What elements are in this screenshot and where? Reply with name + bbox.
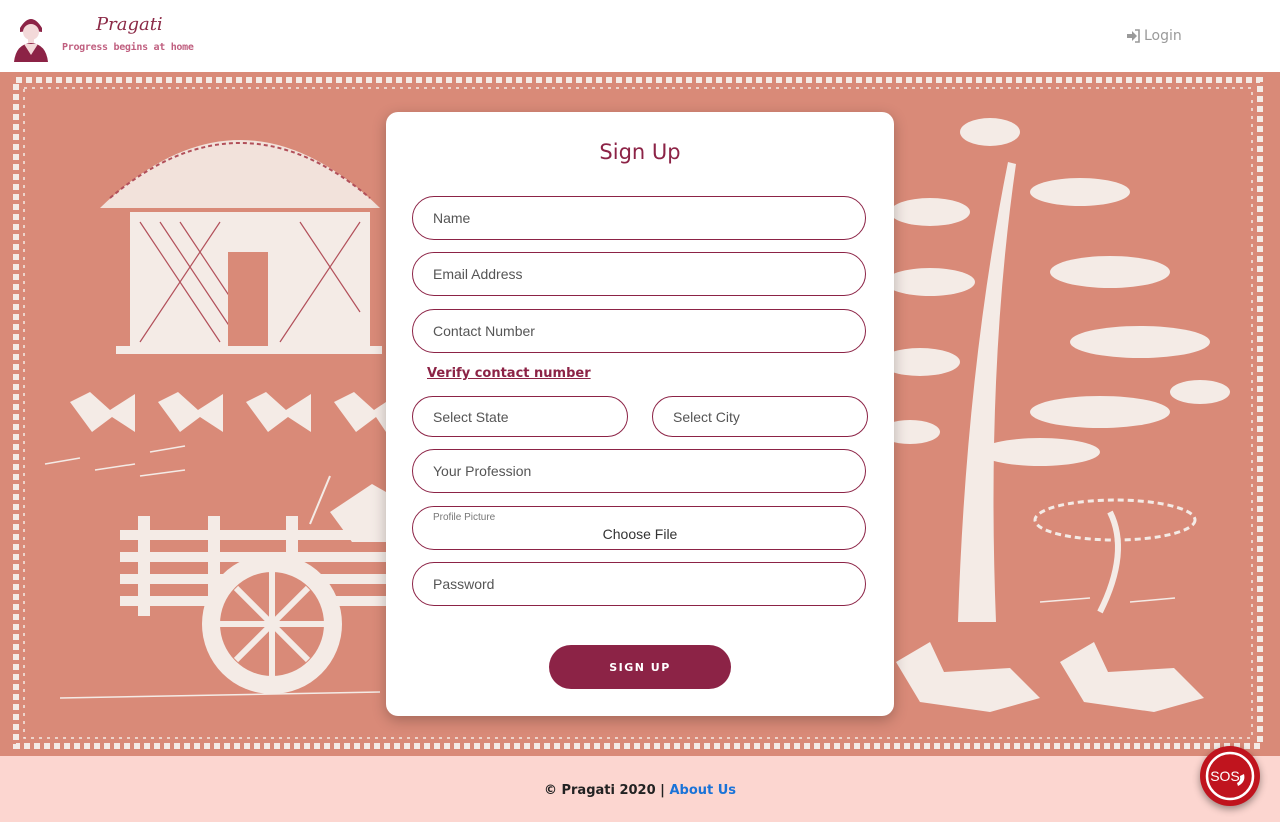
signup-button[interactable]: SIGN UP	[549, 645, 731, 689]
brand-name: Pragati	[96, 14, 163, 35]
brand-tagline: Progress begins at home	[62, 42, 194, 53]
sos-label: SOS	[1210, 768, 1240, 784]
signup-card: Sign Up Verify contact number Profile Pi…	[386, 112, 894, 716]
sign-in-icon	[1127, 29, 1140, 43]
signup-title: Sign Up	[599, 140, 681, 164]
contact-number-input[interactable]	[412, 309, 866, 353]
login-link[interactable]: Login	[1126, 28, 1182, 44]
about-us-link[interactable]: About Us	[669, 783, 736, 798]
footer: © Pragati 2020 | About Us	[0, 756, 1280, 822]
profession-input[interactable]	[412, 449, 866, 493]
password-input[interactable]	[412, 562, 866, 606]
choose-file-button[interactable]: Choose File	[413, 526, 867, 542]
sos-button[interactable]: SOS	[1200, 746, 1260, 806]
profile-picture-label: Profile Picture	[433, 512, 496, 523]
copyright-text: © Pragati 2020 |	[543, 783, 665, 798]
email-input[interactable]	[412, 252, 866, 296]
profile-picture-upload[interactable]: Profile Picture Choose File	[412, 506, 866, 550]
state-select[interactable]	[412, 396, 628, 437]
top-navbar: Pragati Progress begins at home Login	[0, 0, 1280, 72]
login-label: Login	[1144, 28, 1182, 44]
name-input[interactable]	[412, 196, 866, 240]
verify-contact-link[interactable]: Verify contact number	[427, 366, 591, 381]
hero-background: Sign Up Verify contact number Profile Pi…	[0, 72, 1280, 756]
city-select[interactable]	[652, 396, 868, 437]
brand-logo-figure	[14, 19, 48, 62]
footer-text: © Pragati 2020 | About Us	[0, 783, 1280, 798]
sos-phone-icon: SOS	[1205, 751, 1255, 801]
